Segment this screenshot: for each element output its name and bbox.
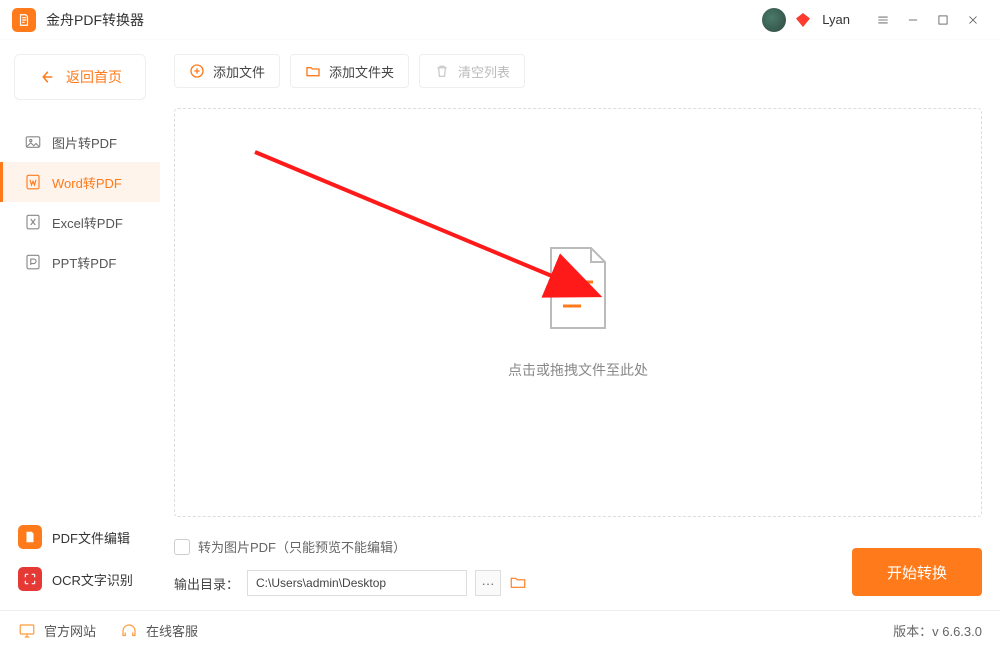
content-area: 添加文件 添加文件夹 清空列表 点击或拖拽文件	[160, 40, 1000, 610]
sidebar-tool-label: OCR文字识别	[52, 570, 133, 589]
sidebar-item-label: 图片转PDF	[52, 133, 117, 152]
bottom-panel: 转为图片PDF（只能预览不能编辑） 输出目录： ··· 开始转换	[174, 537, 982, 610]
image-icon	[24, 133, 42, 151]
title-bar: 金舟PDF转换器 Lyan	[0, 0, 1000, 40]
add-folder-label: 添加文件夹	[329, 62, 394, 81]
output-dir-label: 输出目录：	[174, 574, 239, 593]
sidebar: 返回首页 图片转PDF Word转PDF Excel转PDF PPT转PDF P…	[0, 40, 160, 610]
online-support-label: 在线客服	[146, 621, 198, 640]
toolbar: 添加文件 添加文件夹 清空列表	[174, 54, 982, 88]
official-website-label: 官方网站	[44, 621, 96, 640]
folder-icon	[305, 63, 321, 79]
browse-path-button[interactable]: ···	[475, 570, 501, 596]
sidebar-item-ppt-to-pdf[interactable]: PPT转PDF	[0, 242, 160, 282]
add-file-label: 添加文件	[213, 62, 265, 81]
word-icon	[24, 173, 42, 191]
sidebar-item-word-to-pdf[interactable]: Word转PDF	[0, 162, 160, 202]
version-label: 版本：v 6.6.3.0	[893, 621, 982, 640]
document-icon	[543, 246, 613, 332]
official-website-link[interactable]: 官方网站	[18, 621, 96, 640]
pdf-edit-icon	[18, 525, 42, 549]
back-home-button[interactable]: 返回首页	[14, 54, 146, 100]
sidebar-tool-pdf-edit[interactable]: PDF文件编辑	[0, 516, 160, 558]
back-arrow-icon	[38, 68, 56, 86]
close-button[interactable]	[958, 5, 988, 35]
app-logo	[12, 8, 36, 32]
sidebar-item-excel-to-pdf[interactable]: Excel转PDF	[0, 202, 160, 242]
trash-icon	[434, 63, 450, 79]
sidebar-item-label: PPT转PDF	[52, 253, 116, 272]
start-convert-button[interactable]: 开始转换	[852, 548, 982, 596]
minimize-button[interactable]	[898, 5, 928, 35]
menu-button[interactable]	[868, 5, 898, 35]
back-home-label: 返回首页	[66, 67, 122, 87]
open-folder-button[interactable]	[509, 573, 529, 593]
file-dropzone[interactable]: 点击或拖拽文件至此处	[174, 108, 982, 517]
image-pdf-checkbox[interactable]	[174, 539, 190, 555]
sidebar-item-label: Excel转PDF	[52, 213, 123, 232]
headset-icon	[120, 622, 138, 640]
add-file-button[interactable]: 添加文件	[174, 54, 280, 88]
user-avatar[interactable]	[762, 8, 786, 32]
footer: 官方网站 在线客服 版本：v 6.6.3.0	[0, 610, 1000, 650]
online-support-link[interactable]: 在线客服	[120, 621, 198, 640]
image-pdf-checkbox-label: 转为图片PDF（只能预览不能编辑）	[198, 537, 406, 556]
monitor-icon	[18, 622, 36, 640]
sidebar-item-label: Word转PDF	[52, 173, 122, 192]
username-label[interactable]: Lyan	[822, 12, 850, 27]
ppt-icon	[24, 253, 42, 271]
ocr-icon	[18, 567, 42, 591]
sidebar-tool-ocr[interactable]: OCR文字识别	[0, 558, 160, 600]
folder-open-icon	[509, 573, 527, 591]
plus-circle-icon	[189, 63, 205, 79]
dropzone-text: 点击或拖拽文件至此处	[508, 360, 648, 380]
clear-list-label: 清空列表	[458, 62, 510, 81]
app-title: 金舟PDF转换器	[46, 10, 144, 30]
output-path-input[interactable]	[247, 570, 467, 596]
sidebar-tool-label: PDF文件编辑	[52, 528, 130, 547]
add-folder-button[interactable]: 添加文件夹	[290, 54, 409, 88]
sidebar-item-image-to-pdf[interactable]: 图片转PDF	[0, 122, 160, 162]
vip-badge-icon	[794, 11, 812, 29]
maximize-button[interactable]	[928, 5, 958, 35]
excel-icon	[24, 213, 42, 231]
clear-list-button[interactable]: 清空列表	[419, 54, 525, 88]
